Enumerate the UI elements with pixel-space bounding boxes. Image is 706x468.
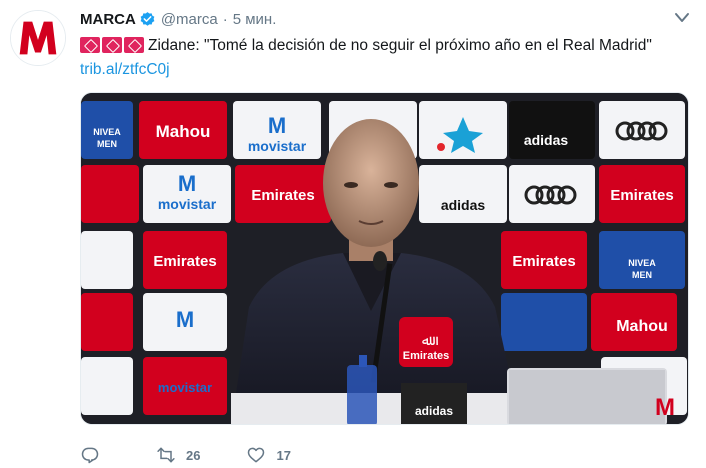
svg-text:NIVEA: NIVEA bbox=[628, 258, 656, 268]
verified-badge-icon bbox=[140, 11, 155, 26]
siren-emoji-icon bbox=[80, 37, 100, 53]
svg-text:movistar: movistar bbox=[158, 380, 212, 395]
podium-label: Emirates bbox=[403, 350, 449, 362]
svg-text:movistar: movistar bbox=[158, 196, 217, 212]
avatar[interactable] bbox=[10, 10, 66, 66]
svg-text:Emirates: Emirates bbox=[610, 187, 673, 204]
heart-icon bbox=[248, 447, 265, 463]
retweet-icon bbox=[157, 447, 175, 463]
author-handle[interactable]: @marca bbox=[161, 11, 218, 28]
separator-dot: · bbox=[222, 10, 228, 28]
svg-text:MEN: MEN bbox=[632, 270, 652, 280]
siren-emoji-icon bbox=[124, 37, 144, 53]
svg-text:MEN: MEN bbox=[97, 139, 117, 149]
tweet-actions: 26 17 bbox=[80, 442, 337, 468]
siren-emoji-icon bbox=[102, 37, 122, 53]
marca-watermark: M bbox=[655, 394, 675, 421]
svg-text:Mahou: Mahou bbox=[156, 122, 211, 141]
timestamp[interactable]: 5 мин. bbox=[233, 11, 277, 28]
svg-text:Emirates: Emirates bbox=[512, 253, 575, 270]
svg-text:NIVEA: NIVEA bbox=[93, 127, 121, 137]
svg-text:Mahou: Mahou bbox=[616, 318, 668, 335]
tweet-link[interactable]: trib.al/ztfcC0j bbox=[80, 61, 170, 78]
like-count: 17 bbox=[276, 447, 291, 463]
retweet-button[interactable]: 26 bbox=[156, 445, 200, 465]
svg-text:adidas: adidas bbox=[415, 404, 453, 418]
svg-text:adidas: adidas bbox=[441, 197, 486, 213]
svg-text:adidas: adidas bbox=[524, 132, 569, 148]
svg-text:M: M bbox=[176, 307, 194, 332]
svg-text:movistar: movistar bbox=[248, 138, 307, 154]
tweet-text: Zidane: "Tomé la decisión de no seguir e… bbox=[80, 34, 680, 82]
svg-text:Emirates: Emirates bbox=[251, 187, 314, 204]
chevron-down-icon[interactable] bbox=[672, 10, 692, 26]
reply-button[interactable] bbox=[80, 445, 110, 465]
press-conference-image: Mahou movistar M movistar M Emirates Emi… bbox=[81, 93, 688, 424]
tweet[interactable]: MARCA @marca · 5 мин. Zidane: "Tomé la d… bbox=[0, 0, 706, 468]
siren-emoji-group bbox=[80, 37, 144, 53]
tweet-header: MARCA @marca · 5 мин. bbox=[80, 8, 276, 30]
svg-text:M: M bbox=[268, 113, 286, 138]
tweet-media-video[interactable]: Mahou movistar M movistar M Emirates Emi… bbox=[80, 92, 689, 425]
tweet-body: Zidane: "Tomé la decisión de no seguir e… bbox=[148, 37, 652, 54]
retweet-count: 26 bbox=[186, 447, 201, 463]
svg-text:M: M bbox=[655, 394, 675, 421]
reply-icon bbox=[81, 447, 99, 464]
author-name[interactable]: MARCA bbox=[80, 11, 136, 28]
svg-text:M: M bbox=[178, 171, 196, 196]
svg-text:Emirates: Emirates bbox=[153, 253, 216, 270]
marca-logo-icon bbox=[11, 11, 65, 65]
like-button[interactable]: 17 bbox=[246, 445, 291, 465]
